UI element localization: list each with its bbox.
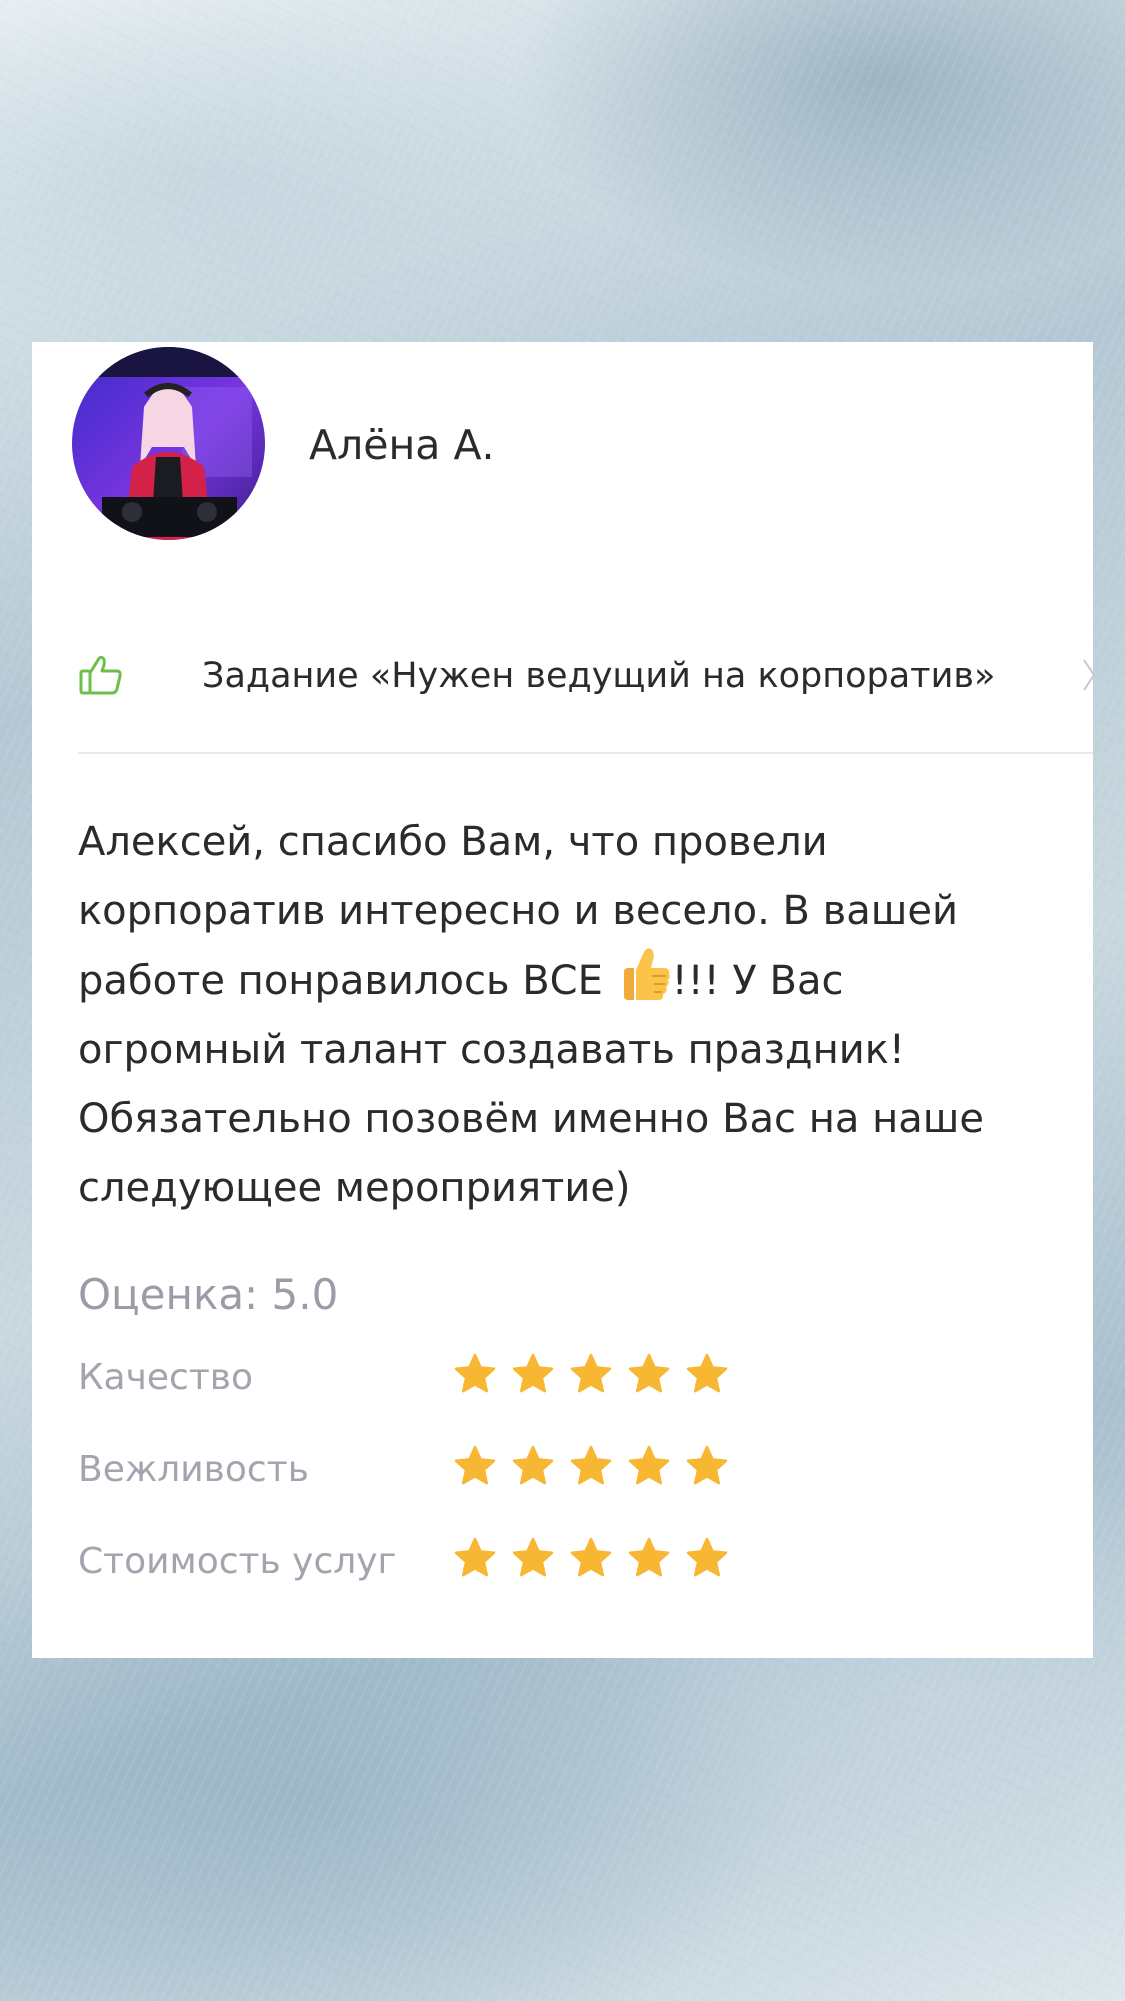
star-icon: [512, 1353, 554, 1393]
star-icon: [686, 1537, 728, 1577]
thumbs-up-emoji-icon: [623, 948, 670, 1000]
review-text: Алексей, спасибо Вам, что провели корпор…: [78, 808, 1038, 1223]
star-icon: [454, 1445, 496, 1485]
star-icon: [686, 1353, 728, 1393]
task-label: Задание «Нужен ведущий на корпоратив»: [202, 656, 996, 696]
thumbs-up-outline-icon: [79, 655, 122, 695]
stars: [453, 1352, 729, 1398]
avatar[interactable]: [72, 347, 265, 540]
star-icon: [570, 1353, 612, 1393]
avatar-photo: [72, 347, 265, 540]
star-icon: [512, 1445, 554, 1485]
star-icon: [628, 1353, 670, 1393]
rating-row-quality: Качество: [78, 1352, 778, 1412]
stars: [453, 1536, 729, 1582]
star-icon: [512, 1537, 554, 1577]
star-icon: [686, 1445, 728, 1485]
star-icon: [570, 1537, 612, 1577]
rating-label: Качество: [78, 1357, 254, 1398]
rating-total: Оценка: 5.0: [78, 1270, 339, 1319]
star-icon: [454, 1353, 496, 1393]
user-name: Алёна А.: [309, 421, 495, 469]
star-icon: [628, 1445, 670, 1485]
star-icon: [454, 1537, 496, 1577]
stars: [453, 1444, 729, 1490]
chevron-right-icon: [1083, 659, 1096, 691]
rating-row-cost: Стоимость услуг: [78, 1536, 778, 1596]
rating-label: Вежливость: [78, 1449, 309, 1490]
star-icon: [628, 1537, 670, 1577]
star-icon: [570, 1445, 612, 1485]
rating-row-politeness: Вежливость: [78, 1444, 778, 1504]
task-link[interactable]: Задание «Нужен ведущий на корпоратив»: [78, 652, 1096, 752]
review-card: Алёна А. Задание «Нужен ведущий на корпо…: [32, 342, 1096, 1658]
divider: [78, 752, 1093, 754]
rating-label: Стоимость услуг: [78, 1541, 397, 1582]
